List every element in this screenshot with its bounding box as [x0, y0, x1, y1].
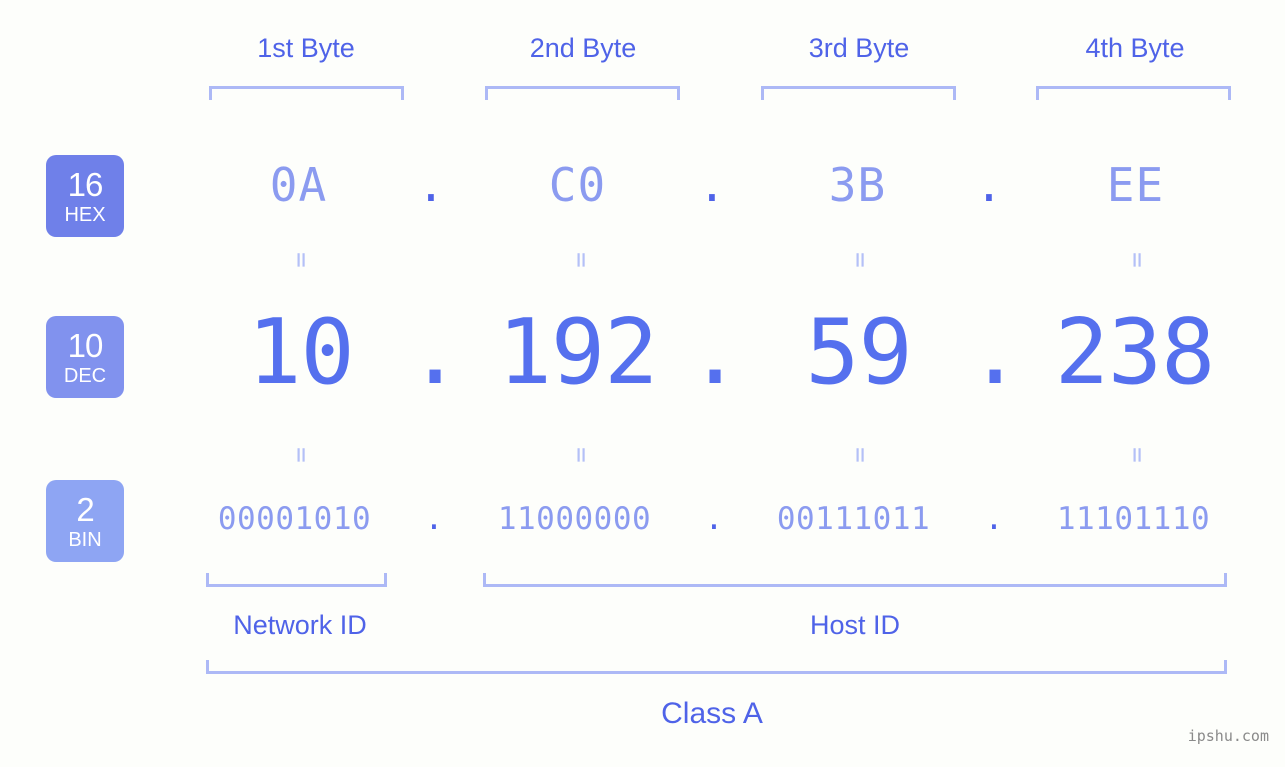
hex-separator-2: . [698, 158, 726, 212]
hex-byte-4: EE [1106, 158, 1165, 212]
hex-separator-3: . [975, 158, 1003, 212]
bin-byte-2: 11000000 [497, 501, 652, 537]
dec-byte-1: 10 [247, 300, 354, 405]
network-id-bracket [206, 573, 387, 587]
site-watermark: ipshu.com [1187, 727, 1269, 745]
equals-icon-dec-bin-1: = [286, 447, 316, 463]
class-bracket [206, 660, 1227, 674]
dec-byte-2: 192 [497, 300, 659, 405]
hex-byte-1: 0A [269, 158, 328, 212]
base-badge-bin-number: 2 [76, 490, 94, 528]
bin-byte-1: 00001010 [217, 501, 372, 537]
dec-separator-3: . [968, 300, 1023, 405]
hex-byte-3: 3B [828, 158, 887, 212]
base-badge-dec-unit: DEC [63, 364, 107, 387]
byte-bracket-4 [1036, 86, 1231, 100]
hex-separator-1: . [417, 158, 445, 212]
base-badge-hex[interactable]: 16 HEX [46, 155, 124, 237]
ip-address-diagram: 1st Byte 2nd Byte 3rd Byte 4th Byte 16 H… [0, 0, 1285, 767]
equals-icon-dec-bin-2: = [566, 447, 596, 463]
bin-separator-2: . [704, 501, 724, 537]
equals-icon-hex-dec-3: = [845, 252, 875, 268]
bin-separator-1: . [424, 501, 444, 537]
host-id-label: Host ID [809, 610, 901, 640]
equals-icon-hex-dec-1: = [286, 252, 316, 268]
byte-bracket-3 [761, 86, 956, 100]
class-label: Class A [661, 697, 763, 730]
network-id-label: Network ID [233, 610, 367, 640]
dec-byte-4: 238 [1054, 300, 1216, 405]
byte-header-label-1: 1st Byte [257, 33, 355, 63]
bin-separator-3: . [984, 501, 1004, 537]
equals-icon-hex-dec-2: = [566, 252, 596, 268]
byte-bracket-2 [485, 86, 680, 100]
equals-icon-hex-dec-4: = [1122, 252, 1152, 268]
dec-separator-1: . [408, 300, 463, 405]
host-id-bracket [483, 573, 1227, 587]
equals-icon-dec-bin-3: = [845, 447, 875, 463]
bin-byte-4: 11101110 [1056, 501, 1211, 537]
base-badge-bin-unit: BIN [68, 528, 102, 551]
dec-byte-3: 59 [805, 300, 912, 405]
base-badge-dec[interactable]: 10 DEC [46, 316, 124, 398]
base-badge-dec-number: 10 [67, 326, 104, 364]
dec-separator-2: . [688, 300, 743, 405]
byte-bracket-1 [209, 86, 404, 100]
bin-byte-3: 00111011 [776, 501, 931, 537]
equals-icon-dec-bin-4: = [1122, 447, 1152, 463]
byte-header-label-3: 3rd Byte [808, 33, 910, 63]
base-badge-hex-unit: HEX [64, 203, 106, 226]
byte-header-label-2: 2nd Byte [529, 33, 637, 63]
base-badge-bin[interactable]: 2 BIN [46, 480, 124, 562]
base-badge-hex-number: 16 [67, 165, 104, 203]
byte-header-label-4: 4th Byte [1085, 33, 1185, 63]
hex-byte-2: C0 [548, 158, 607, 212]
